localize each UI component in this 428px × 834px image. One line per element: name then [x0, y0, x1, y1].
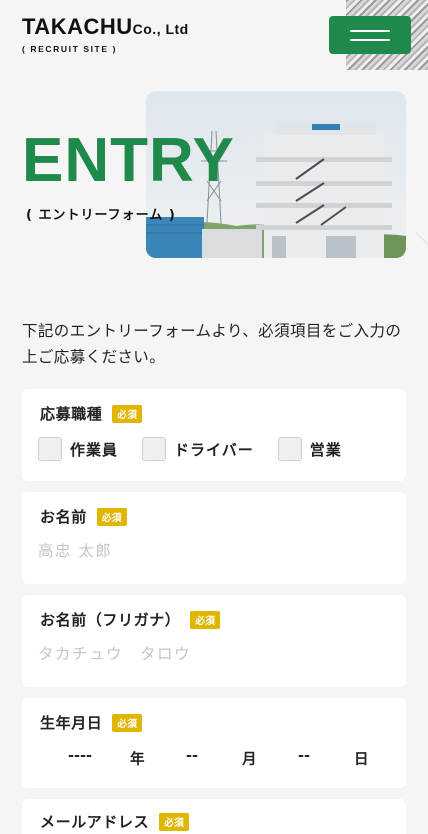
name-card: お名前 必須	[22, 492, 406, 584]
required-badge: 必須	[190, 610, 221, 629]
job-option-label: 営業	[309, 440, 342, 459]
menu-button[interactable]	[329, 16, 411, 54]
page-subtitle: ( エントリーフォーム )	[26, 208, 176, 223]
job-option-label: ドライバー	[174, 440, 254, 459]
intro-text: 下記のエントリーフォームより、必須項目をご入力の上ご応募ください。	[22, 322, 402, 366]
checkbox[interactable]	[142, 437, 167, 461]
required-badge: 必須	[112, 404, 143, 423]
job-option-worker[interactable]: 作業員	[38, 437, 118, 461]
site-logo[interactable]: TAKACHUCo., Ltd ( RECRUIT SITE )	[22, 14, 189, 54]
birthdate-card: 生年月日 必須 ---- 年 -- 月 -- 日	[22, 698, 406, 788]
year-unit: 年	[130, 752, 145, 768]
job-type-label: 応募職種	[40, 405, 103, 423]
name-input[interactable]	[38, 542, 378, 560]
required-badge: 必須	[159, 812, 190, 831]
required-badge: 必須	[112, 713, 143, 732]
checkbox[interactable]	[38, 437, 62, 461]
job-type-card: 応募職種 必須 作業員 ドライバー 営業	[22, 389, 406, 481]
logo-subtitle: ( RECRUIT SITE )	[22, 44, 118, 54]
logo-company-suffix: Co., Ltd	[132, 21, 189, 37]
hamburger-icon	[350, 29, 390, 32]
page-title: ENTRY	[22, 126, 235, 195]
checkbox[interactable]	[277, 437, 302, 461]
birthdate-month[interactable]: --	[186, 748, 242, 769]
birthdate-label: 生年月日	[40, 714, 103, 732]
building-sign	[312, 124, 340, 130]
hamburger-icon-line	[350, 38, 390, 41]
job-option-driver[interactable]: ドライバー	[142, 437, 254, 461]
name-label: お名前	[40, 508, 87, 526]
job-option-sales[interactable]: 営業	[277, 437, 342, 461]
logo-main: TAKACHUCo., Ltd	[22, 14, 189, 39]
birthdate-day[interactable]: --	[298, 748, 354, 769]
name-kana-input[interactable]	[38, 645, 378, 663]
month-unit: 月	[242, 752, 257, 768]
name-kana-card: お名前（フリガナ） 必須	[22, 595, 406, 687]
email-card: メールアドレス 必須	[22, 799, 406, 834]
job-option-label: 作業員	[70, 440, 119, 459]
name-kana-label: お名前（フリガナ）	[40, 611, 181, 629]
email-label: メールアドレス	[40, 813, 150, 831]
birthdate-year[interactable]: ----	[68, 748, 130, 769]
birthdate-input[interactable]: ---- 年 -- 月 -- 日	[68, 748, 369, 769]
day-unit: 日	[354, 752, 369, 768]
required-badge: 必須	[96, 507, 127, 526]
